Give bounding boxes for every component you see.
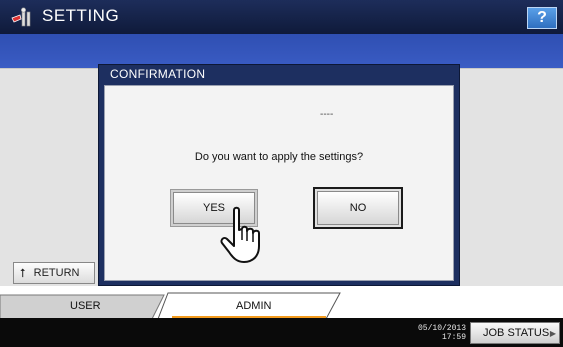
page-title: SETTING <box>42 6 120 25</box>
time-text: 17:59 <box>441 333 466 342</box>
dialog-dashes: ---- <box>320 109 334 120</box>
tab-user[interactable]: USER <box>70 300 101 312</box>
dialog-title: CONFIRMATION <box>110 67 206 81</box>
job-status-label: JOB STATUS <box>483 327 550 339</box>
return-button[interactable]: ⭡ RETURN <box>13 262 95 284</box>
date-time: 05/10/2013 17:59 <box>396 324 466 342</box>
job-status-button[interactable]: JOB STATUS ▶ <box>470 322 560 344</box>
tab-admin[interactable]: ADMIN <box>236 300 271 312</box>
no-button[interactable]: NO <box>317 191 399 225</box>
date-text: 05/10/2013 <box>417 324 466 333</box>
dialog-question: Do you want to apply the settings? <box>194 151 364 163</box>
hand-pointer-icon <box>220 206 260 263</box>
header-band <box>0 34 563 68</box>
return-arrow-icon: ⭡ <box>20 265 26 280</box>
tools-settings-icon <box>11 7 31 27</box>
return-button-label: RETURN <box>33 267 80 279</box>
triangle-right-icon: ▶ <box>549 329 556 338</box>
tab-shapes <box>0 292 341 319</box>
help-button[interactable]: ? <box>527 7 557 29</box>
dialog-body <box>104 85 454 281</box>
